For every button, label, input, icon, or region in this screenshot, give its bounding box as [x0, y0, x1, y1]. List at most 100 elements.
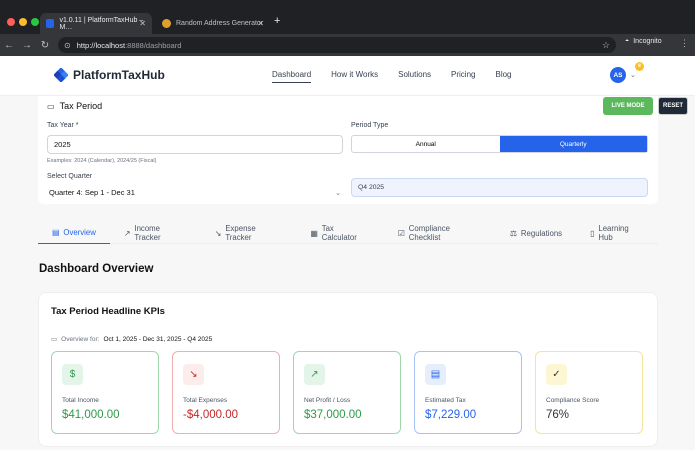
bookmark-star-icon[interactable]: ☆	[602, 40, 610, 51]
checkbox-icon: ☑	[397, 228, 405, 238]
browser-tab-active[interactable]: v1.0.11 | PlatformTaxHub – M… ✕	[40, 13, 152, 34]
reset-button[interactable]: RESET	[658, 97, 688, 115]
nav-how-it-works[interactable]: How it Works	[331, 70, 378, 83]
calculator-icon: ▦	[310, 228, 318, 238]
tab-label: Regulations	[520, 228, 563, 238]
close-window-button[interactable]	[7, 18, 15, 26]
calendar-icon: ▭	[47, 101, 55, 111]
tab-label: Expense Tracker	[225, 224, 256, 242]
incognito-label: Incognito	[633, 38, 662, 45]
close-tab-icon[interactable]: ✕	[139, 19, 146, 28]
trend-down-icon: ↘	[214, 228, 222, 238]
window-controls[interactable]	[7, 18, 39, 26]
nav-pricing[interactable]: Pricing	[451, 70, 475, 83]
trend-down-icon: ↘	[183, 364, 204, 385]
browser-tab-inactive[interactable]: Random Address Generator ✕	[158, 13, 270, 34]
tax-period-title: Tax Period	[59, 101, 103, 111]
tab-label: Tax Calculator	[321, 224, 357, 242]
receipt-icon: ▤	[425, 364, 446, 385]
kpi-compliance-score: ✓ Compliance Score 76%	[535, 351, 643, 434]
url-path: :8888/dashboard	[125, 40, 182, 50]
address-bar: ← → ↻ ⊙ http://localhost:8888/dashboard …	[0, 34, 695, 56]
dashboard-tabs: ▤ Overview ↗ Income Tracker ↘ Expense Track…	[38, 222, 658, 244]
url-input[interactable]: ⊙ http://localhost:8888/dashboard ☆	[58, 37, 616, 53]
select-quarter-label: Select Quarter	[47, 173, 93, 180]
kpi-value: 76%	[546, 409, 570, 421]
tab-regulations[interactable]: ⚖ Regulations	[496, 222, 576, 244]
kpi-title: Tax Period Headline KPIs	[51, 306, 165, 317]
period-annual-option[interactable]: Annual	[352, 136, 500, 152]
browser-tab-strip: v1.0.11 | PlatformTaxHub – M… ✕ Random A…	[0, 0, 695, 34]
tax-year-input[interactable]: 2025	[47, 135, 343, 154]
tab-label: Learning Hub	[598, 224, 629, 242]
kpi-value: $7,229.00	[425, 409, 477, 421]
chevron-down-icon[interactable]: ⌄	[630, 71, 636, 79]
close-tab-icon[interactable]: ✕	[257, 19, 264, 28]
period-type-toggle: Annual Quarterly	[351, 135, 648, 153]
kpi-label: Estimated Tax	[425, 397, 466, 404]
kpi-label: Net Profit / Loss	[304, 397, 351, 404]
chevron-down-icon: ⌄	[335, 189, 341, 197]
period-type-label: Period Type	[351, 122, 389, 129]
chart-icon: ▤	[52, 228, 60, 237]
calendar-icon: ▭	[51, 336, 58, 343]
crown-icon: ♛	[635, 62, 644, 71]
url-host: http://localhost	[76, 40, 126, 50]
kpi-label: Compliance Score	[546, 397, 600, 404]
browser-menu-icon[interactable]: ⋮	[680, 38, 689, 49]
favicon-icon	[162, 19, 171, 28]
tab-income-tracker[interactable]: ↗ Income Tracker	[110, 222, 201, 244]
quarter-select[interactable]: Quarter 4: Sep 1 - Dec 31 ⌄	[47, 183, 343, 202]
live-mode-button[interactable]: LIVE MODE	[603, 97, 653, 115]
tab-expense-tracker[interactable]: ↘ Expense Tracker	[201, 222, 297, 244]
kpi-value: $41,000.00	[62, 409, 120, 421]
browser-tab-title: v1.0.11 | PlatformTaxHub – M…	[59, 16, 144, 31]
overview-prefix: Overview for:	[61, 335, 100, 343]
nav-dashboard[interactable]: Dashboard	[272, 70, 312, 83]
scale-icon: ⚖	[509, 228, 517, 238]
trend-up-icon: ↗	[123, 228, 131, 238]
brand-name: PlatformTaxHub	[73, 68, 165, 82]
reload-icon[interactable]: ↻	[36, 40, 54, 51]
kpi-net-profit: ↗ Net Profit / Loss $37,000.00	[293, 351, 401, 434]
tab-label: Overview	[63, 228, 96, 237]
book-icon: ▯	[590, 228, 595, 238]
period-quarterly-option[interactable]: Quarterly	[499, 136, 647, 152]
app-header: PlatformTaxHub Dashboard How it Works So…	[0, 56, 695, 96]
tab-compliance-checklist[interactable]: ☑ Compliance Checklist	[384, 222, 496, 244]
tab-label: Income Tracker	[134, 224, 161, 242]
kpi-label: Total Expenses	[183, 397, 228, 404]
tax-period-heading: ▭ Tax Period	[47, 101, 102, 111]
tab-learning-hub[interactable]: ▯ Learning Hub	[576, 222, 658, 244]
minimize-window-button[interactable]	[19, 18, 27, 26]
dollar-icon: $	[62, 364, 83, 385]
kpi-total-income: $ Total Income $41,000.00	[51, 351, 159, 434]
maximize-window-button[interactable]	[31, 18, 39, 26]
incognito-badge[interactable]: ◓ Incognito	[625, 38, 662, 45]
quarter-display: Q4 2025	[351, 178, 648, 197]
tax-year-hint: Examples: 2024 (Calendar), 2024/25 (Fisc…	[47, 158, 157, 164]
forward-icon[interactable]: →	[18, 40, 36, 51]
brand-logo[interactable]: PlatformTaxHub	[54, 68, 165, 82]
logo-icon	[54, 68, 68, 82]
tab-overview[interactable]: ▤ Overview	[38, 222, 110, 244]
quarter-select-value: Quarter 4: Sep 1 - Dec 31	[49, 188, 135, 197]
kpi-label: Total Income	[62, 397, 99, 404]
kpi-value: $37,000.00	[304, 409, 362, 421]
check-circle-icon: ✓	[546, 364, 567, 385]
kpi-value: -$4,000.00	[183, 409, 238, 421]
nav-solutions[interactable]: Solutions	[398, 70, 431, 83]
kpi-estimated-tax: ▤ Estimated Tax $7,229.00	[414, 351, 522, 434]
overview-range-value: Oct 1, 2025 - Dec 31, 2025 - Q4 2025	[103, 335, 213, 343]
nav-blog[interactable]: Blog	[495, 70, 511, 83]
overview-range: ▭ Overview for: Oct 1, 2025 - Dec 31, 20…	[51, 335, 213, 344]
tab-tax-calculator[interactable]: ▦ Tax Calculator	[296, 222, 383, 244]
back-icon[interactable]: ←	[0, 40, 18, 51]
trend-up-icon: ↗	[304, 364, 325, 385]
avatar[interactable]: AS	[610, 67, 626, 83]
main-nav: Dashboard How it Works Solutions Pricing…	[272, 70, 532, 83]
tab-label: Compliance Checklist	[408, 224, 450, 242]
tax-year-label: Tax Year *	[47, 122, 79, 129]
site-info-icon[interactable]: ⊙	[64, 41, 71, 50]
new-tab-button[interactable]: +	[274, 15, 280, 27]
